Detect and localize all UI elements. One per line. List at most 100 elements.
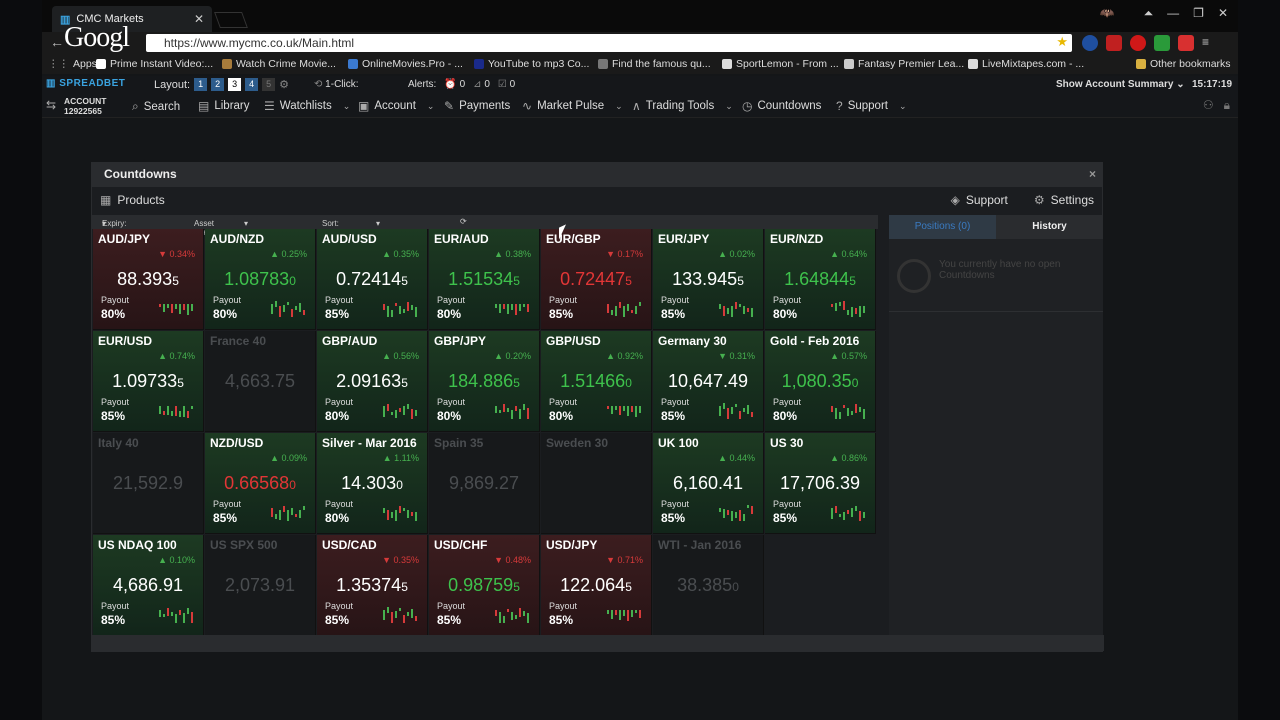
bookmark-youtube-mp3[interactable]: YouTube to mp3 Co... bbox=[474, 58, 589, 70]
layout-4-button[interactable]: 4 bbox=[245, 78, 259, 91]
chrome-menu-icon[interactable]: ≡ bbox=[1202, 35, 1218, 51]
bookmark-other[interactable]: Other bookmarks bbox=[1136, 58, 1231, 70]
profile-icon[interactable]: ⏶ bbox=[1144, 6, 1154, 21]
bookmark-onlinemovies[interactable]: OnlineMovies.Pro - ... bbox=[348, 58, 463, 70]
nav-support[interactable]: ? Support ⌄ bbox=[836, 99, 907, 113]
countdown-tile[interactable]: NZD/USD ▲ 0.09% 0.665680 Payout 85% bbox=[205, 433, 316, 534]
new-tab-button[interactable] bbox=[214, 12, 248, 28]
layout-settings-gear-icon[interactable]: ⚙ bbox=[279, 78, 289, 91]
tile-change: ▲ 0.57% bbox=[830, 351, 867, 361]
countdown-tile[interactable]: AUD/NZD ▲ 0.25% 1.087830 Payout 80% bbox=[205, 229, 316, 330]
countdown-tile[interactable]: AUD/JPY ▼ 0.34% 88.3935 Payout 80% bbox=[93, 229, 204, 330]
layout-5-button[interactable]: 5 bbox=[262, 78, 276, 91]
tab-bar: ▥ CMC Markets ✕ 🦇 ⏶ — ❐ ✕ bbox=[42, 0, 1238, 32]
countdown-tile[interactable]: EUR/GBP ▼ 0.17% 0.724475 Payout 85% bbox=[541, 229, 652, 330]
tile-price-main: 14.303 bbox=[341, 473, 397, 493]
products-button[interactable]: ▦ Products bbox=[100, 193, 165, 207]
countdown-tile[interactable]: US SPX 500 2,073.91 bbox=[205, 535, 316, 636]
tile-price-pip: 5 bbox=[401, 274, 408, 288]
countdown-tile[interactable]: US NDAQ 100 ▲ 0.10% 4,686.91 Payout 85% bbox=[93, 535, 204, 636]
nav-watchlists[interactable]: ☰ Watchlists ⌄ bbox=[264, 99, 350, 113]
minimize-icon[interactable]: — bbox=[1167, 6, 1179, 21]
nav-account[interactable]: ▣ Account ⌄ bbox=[358, 99, 434, 113]
tab-close-icon[interactable]: ✕ bbox=[194, 12, 204, 26]
refresh-icon[interactable]: ⟳ bbox=[460, 217, 467, 226]
tile-payout-percent: 85% bbox=[325, 307, 350, 321]
bookmark-livemixtapes[interactable]: LiveMixtapes.com - ... bbox=[968, 58, 1084, 70]
maximize-icon[interactable]: ❐ bbox=[1193, 6, 1204, 21]
alert-clock-count[interactable]: ⏰ 0 bbox=[444, 79, 465, 90]
bookmark-crime-movie[interactable]: Watch Crime Movie... bbox=[222, 58, 336, 70]
close-window-icon[interactable]: ✕ bbox=[1218, 6, 1228, 21]
countdown-tile[interactable]: GBP/USD ▲ 0.92% 1.514660 Payout 80% bbox=[541, 331, 652, 432]
countdown-tile[interactable]: Italy 40 21,592.9 bbox=[93, 433, 204, 534]
tile-product-name: US NDAQ 100 bbox=[98, 538, 177, 552]
countdown-tile[interactable]: UK 100 ▲ 0.44% 6,160.41 Payout 85% bbox=[653, 433, 764, 534]
countdown-tile[interactable]: US 30 ▲ 0.86% 17,706.39 Payout 85% bbox=[765, 433, 876, 534]
countdown-tile[interactable]: EUR/AUD ▲ 0.38% 1.515345 Payout 80% bbox=[429, 229, 540, 330]
layout-2-button[interactable]: 2 bbox=[211, 78, 225, 91]
account-arrows-icon[interactable]: ⇆ bbox=[46, 98, 56, 112]
tile-sparkline-icon bbox=[607, 406, 641, 417]
user-settings-icon[interactable]: ⚇ bbox=[1203, 98, 1214, 113]
nav-trading-tools[interactable]: ∧ Trading Tools ⌄ bbox=[632, 99, 733, 113]
support-button[interactable]: ◈ Support bbox=[951, 193, 1008, 207]
extension-pb-icon[interactable] bbox=[1154, 35, 1170, 51]
countdown-tile[interactable]: WTI - Jan 2016 38.3850 bbox=[653, 535, 764, 636]
countdown-tile[interactable]: EUR/USD ▲ 0.74% 1.097335 Payout 85% bbox=[93, 331, 204, 432]
bookmark-fantasy-premier[interactable]: Fantasy Premier Lea... bbox=[844, 58, 964, 70]
tile-price-main: 88.393 bbox=[117, 269, 173, 289]
layout-3-button[interactable]: 3 bbox=[228, 78, 242, 91]
extension-record-icon[interactable] bbox=[1130, 35, 1146, 51]
tile-product-name: WTI - Jan 2016 bbox=[658, 538, 742, 552]
countdown-tile[interactable]: USD/JPY ▼ 0.71% 122.0645 Payout 85% bbox=[541, 535, 652, 636]
tile-product-name: AUD/JPY bbox=[98, 232, 151, 246]
countdown-tile[interactable]: Germany 30 ▼ 0.31% 10,647.49 Payout 85% bbox=[653, 331, 764, 432]
nav-library[interactable]: ▤ Library bbox=[198, 99, 250, 113]
close-icon[interactable]: × bbox=[1089, 167, 1096, 181]
bookmark-label: LiveMixtapes.com - ... bbox=[982, 58, 1085, 70]
bookmark-sportlemon[interactable]: SportLemon - From ... bbox=[722, 58, 839, 70]
tab-history[interactable]: History bbox=[996, 215, 1103, 239]
countdown-tile[interactable]: USD/CHF ▼ 0.48% 0.987595 Payout 85% bbox=[429, 535, 540, 636]
apps-grid-icon: ⋮⋮ bbox=[48, 58, 69, 70]
bookmark-famous-quotes[interactable]: Find the famous qu... bbox=[598, 58, 711, 70]
tab-positions[interactable]: Positions (0) bbox=[889, 215, 996, 239]
nav-payments[interactable]: ✎ Payments bbox=[444, 99, 510, 113]
bookmark-star-icon[interactable]: ★ bbox=[1056, 34, 1068, 50]
extension-blue-icon[interactable] bbox=[1082, 35, 1098, 51]
lock-icon[interactable]: 🔒︎ bbox=[1224, 98, 1230, 113]
countdown-tile[interactable]: Gold - Feb 2016 ▲ 0.57% 1,080.350 Payout 80% bbox=[765, 331, 876, 432]
countdown-tile[interactable]: AUD/USD ▲ 0.35% 0.724145 Payout 85% bbox=[317, 229, 428, 330]
countdown-tile[interactable]: USD/CAD ▼ 0.35% 1.353745 Payout 85% bbox=[317, 535, 428, 636]
countdown-tile[interactable]: Sweden 30 bbox=[541, 433, 652, 534]
tile-price: 2.091635 bbox=[317, 371, 427, 392]
bookmark-prime[interactable]: Prime Instant Video:... bbox=[96, 58, 213, 70]
layout-1-button[interactable]: 1 bbox=[194, 78, 208, 91]
back-arrow-icon[interactable]: ← bbox=[50, 34, 64, 50]
one-click-toggle[interactable]: ⟲ 1-Click: bbox=[314, 79, 359, 90]
nav-countdowns[interactable]: ◷ Countdowns bbox=[742, 99, 821, 113]
chevron-down-icon: ⌄ bbox=[1176, 79, 1185, 90]
nav-search[interactable]: ⌕ Search bbox=[132, 99, 180, 114]
countdown-tile[interactable]: GBP/JPY ▲ 0.20% 184.8865 Payout 80% bbox=[429, 331, 540, 432]
extension-red-icon[interactable] bbox=[1178, 35, 1194, 51]
alert-check-count[interactable]: ☑ 0 bbox=[498, 79, 515, 90]
nav-market-pulse[interactable]: ∿ Market Pulse ⌄ bbox=[522, 99, 623, 113]
account-label: ACCOUNT bbox=[64, 96, 107, 106]
show-account-summary-button[interactable]: Show Account Summary ⌄ bbox=[1056, 79, 1185, 90]
countdown-tile[interactable]: EUR/NZD ▲ 0.64% 1.648445 Payout 80% bbox=[765, 229, 876, 330]
tile-price: 21,592.9 bbox=[93, 473, 203, 494]
countdown-tile[interactable]: Spain 35 9,869.27 bbox=[429, 433, 540, 534]
countdown-tile[interactable]: GBP/AUD ▲ 0.56% 2.091635 Payout 80% bbox=[317, 331, 428, 432]
url-input[interactable]: https://www.mycmc.co.uk/Main.html ★ bbox=[146, 34, 1072, 52]
extension-chart-icon[interactable] bbox=[1106, 35, 1122, 51]
bookmark-apps[interactable]: ⋮⋮ Apps bbox=[48, 58, 97, 70]
settings-button[interactable]: ⚙ Settings bbox=[1034, 193, 1094, 207]
tile-price-main: 21,592.9 bbox=[112, 473, 184, 493]
countdown-tile[interactable]: France 40 4,663.75 bbox=[205, 331, 316, 432]
countdown-tile[interactable]: EUR/JPY ▲ 0.02% 133.9455 Payout 85% bbox=[653, 229, 764, 330]
alert-warning-count[interactable]: ⊿ 0 bbox=[473, 79, 490, 90]
countdown-tile[interactable]: Silver - Mar 2016 ▲ 1.11% 14.3030 Payout 80% bbox=[317, 433, 428, 534]
tile-change: ▲ 1.11% bbox=[382, 453, 419, 463]
